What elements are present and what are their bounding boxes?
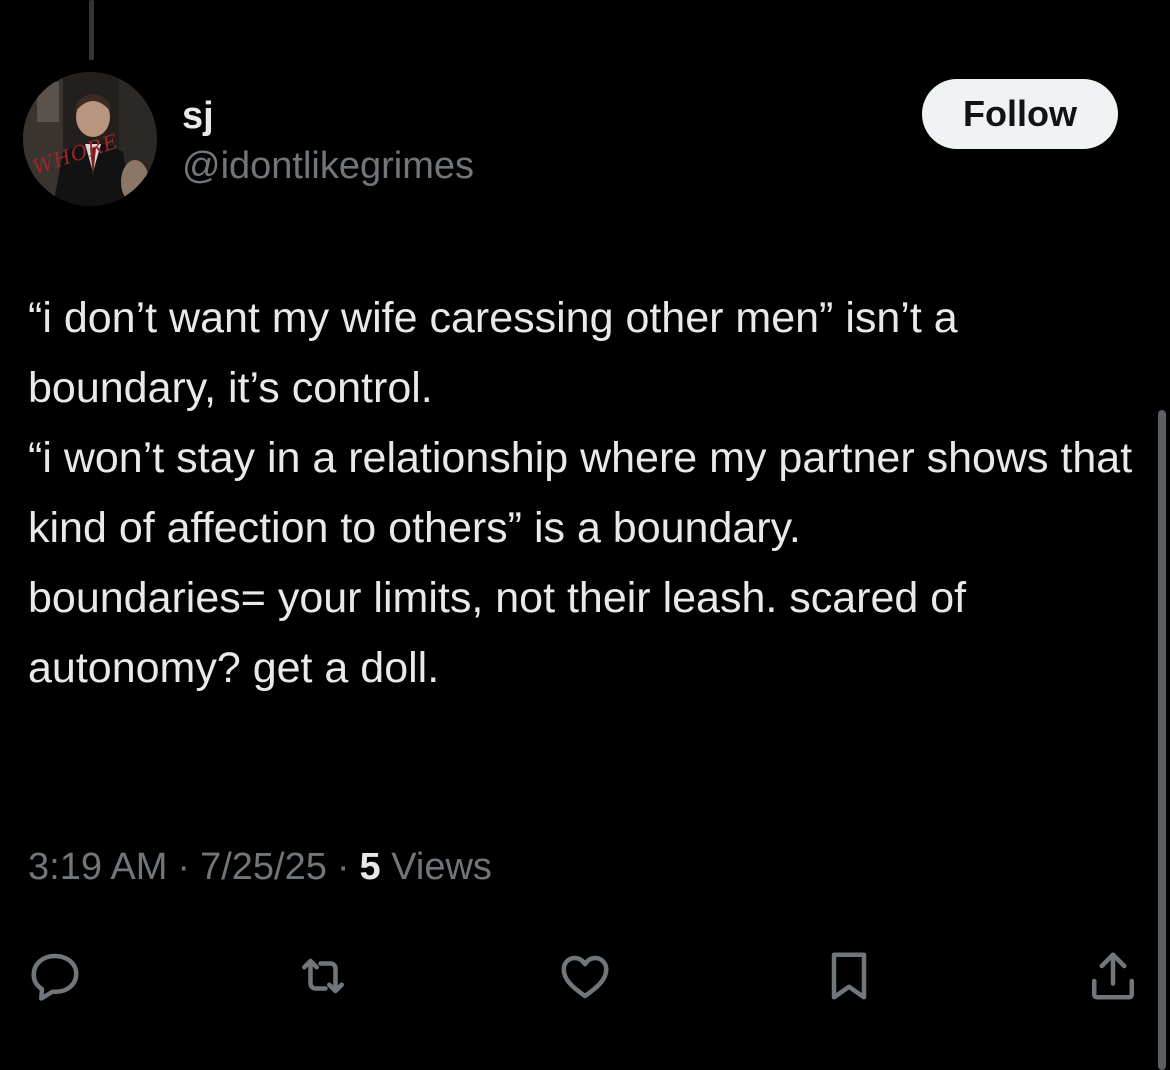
crescent-moon-icon [216, 97, 256, 137]
tweet-text: “i don’t want my wife caressing other me… [28, 283, 1138, 703]
views-count: 5 [359, 846, 381, 888]
tweet-paragraph: boundaries= your limits, not their leash… [28, 574, 967, 692]
tweet-paragraph: “i won’t stay in a relationship where my… [28, 434, 1133, 552]
meta-separator: · [336, 846, 350, 888]
like-icon[interactable] [554, 945, 616, 1007]
reply-icon[interactable] [24, 945, 86, 1007]
meta-separator: · [177, 846, 191, 888]
follow-button[interactable]: Follow [922, 79, 1118, 149]
display-name-text: sj [182, 95, 214, 137]
tweet-time[interactable]: 3:19 AM [28, 846, 167, 888]
bookmark-icon[interactable] [818, 945, 880, 1007]
share-icon[interactable] [1082, 945, 1144, 1007]
scrollbar[interactable] [1158, 410, 1166, 1070]
thread-connector-line [89, 0, 94, 60]
user-handle[interactable]: @idontlikegrimes [182, 145, 474, 188]
avatar[interactable]: WHORE [23, 72, 157, 206]
user-display-name[interactable]: sj [182, 95, 256, 138]
views-label: Views [391, 846, 492, 888]
tweet-date[interactable]: 7/25/25 [200, 846, 327, 888]
tweet-meta: 3:19 AM · 7/25/25 · 5 Views [28, 846, 492, 889]
retweet-icon[interactable] [292, 945, 354, 1007]
tweet-paragraph: “i don’t want my wife caressing other me… [28, 294, 958, 412]
